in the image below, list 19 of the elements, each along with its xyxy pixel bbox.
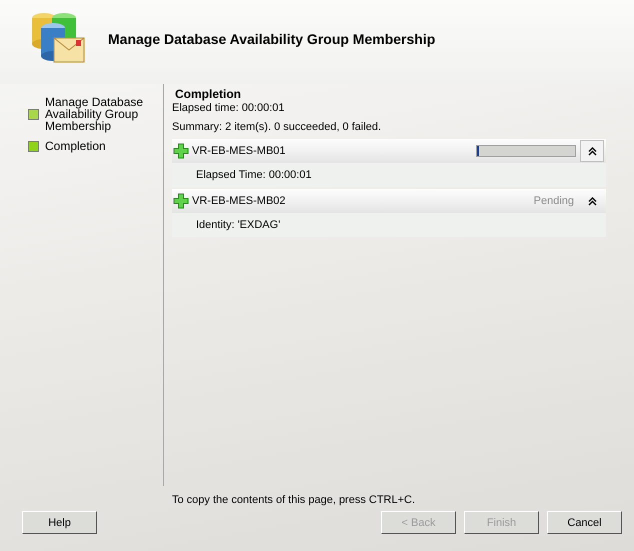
- double-chevron-icon: [588, 146, 596, 156]
- item-detail: Elapsed Time: 00:00:01: [196, 169, 312, 181]
- summary-text: Summary: 2 item(s). 0 succeeded, 0 failed.: [172, 121, 382, 133]
- wizard-step[interactable]: Completion: [45, 140, 145, 152]
- wizard-step[interactable]: Manage Database Availability Group Membership: [45, 96, 145, 132]
- item-detail: Identity: 'EXDAG': [196, 219, 280, 231]
- page-heading: Completion: [174, 87, 242, 101]
- status-text: Pending: [534, 195, 574, 207]
- plus-icon: [173, 143, 189, 159]
- wizard-button[interactable]: Cancel: [547, 511, 622, 534]
- server-name: VR-EB-MES-MB02: [192, 195, 286, 207]
- elapsed-time: Elapsed time: 00:00:01: [172, 102, 286, 114]
- server-name: VR-EB-MES-MB01: [192, 145, 286, 157]
- copy-hint: To copy the contents of this page, press CTRL+C.: [171, 494, 416, 506]
- help-button[interactable]: Help: [22, 511, 97, 534]
- plus-icon: [173, 193, 189, 209]
- wizard-title: Manage Database Availability Group Membership: [108, 31, 436, 47]
- collapse-button[interactable]: [580, 140, 604, 162]
- double-chevron-icon: [588, 196, 596, 206]
